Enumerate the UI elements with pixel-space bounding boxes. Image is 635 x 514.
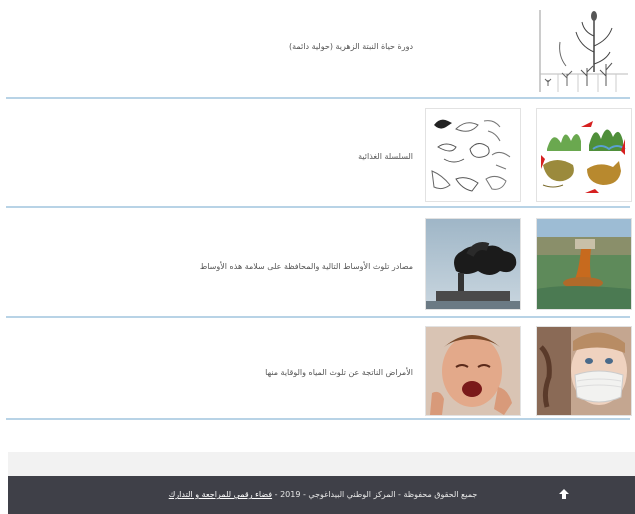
lesson-title[interactable]: السلسلة الغذائية [358, 152, 413, 161]
lesson-thumbnail-food-chain-color[interactable] [536, 108, 632, 202]
footer: جميع الحقوق محفوظة - المركز الوطني البيد… [8, 476, 635, 514]
lesson-title[interactable]: دورة حياة النبتة الزهرية (حولية دائمة) [289, 42, 413, 51]
lesson-thumbnail-plant-cycle[interactable] [536, 6, 628, 92]
footer-copyright-text: جميع الحقوق محفوظة - المركز الوطني البيد… [274, 490, 478, 499]
lesson-row[interactable]: السلسلة الغذائية [0, 100, 635, 204]
lesson-thumbnail-crying-child[interactable] [425, 326, 521, 416]
divider [6, 97, 630, 99]
footer-link[interactable]: فضاء رقمي للمراجعة و التدارك [169, 490, 272, 499]
lesson-row[interactable]: دورة حياة النبتة الزهرية (حولية دائمة) [0, 0, 635, 96]
lesson-row[interactable]: مصادر تلوث الأوساط التالية والمحافظة على… [0, 208, 635, 314]
arrow-up-icon[interactable] [556, 486, 572, 502]
lesson-row[interactable]: الأمراض الناتجة عن تلوث المياه والوقاية … [0, 318, 635, 418]
lesson-thumbnail-sewage[interactable] [536, 218, 632, 310]
lesson-thumbnail-masked-child[interactable] [536, 326, 632, 416]
lesson-title[interactable]: الأمراض الناتجة عن تلوث المياه والوقاية … [265, 368, 413, 377]
footer-copyright: جميع الحقوق محفوظة - المركز الوطني البيد… [123, 490, 523, 499]
lesson-thumbnail-food-chain-sketch[interactable] [425, 108, 521, 202]
divider [6, 418, 630, 420]
lesson-thumbnail-smoke[interactable] [425, 218, 521, 310]
lesson-title[interactable]: مصادر تلوث الأوساط التالية والمحافظة على… [200, 262, 413, 271]
